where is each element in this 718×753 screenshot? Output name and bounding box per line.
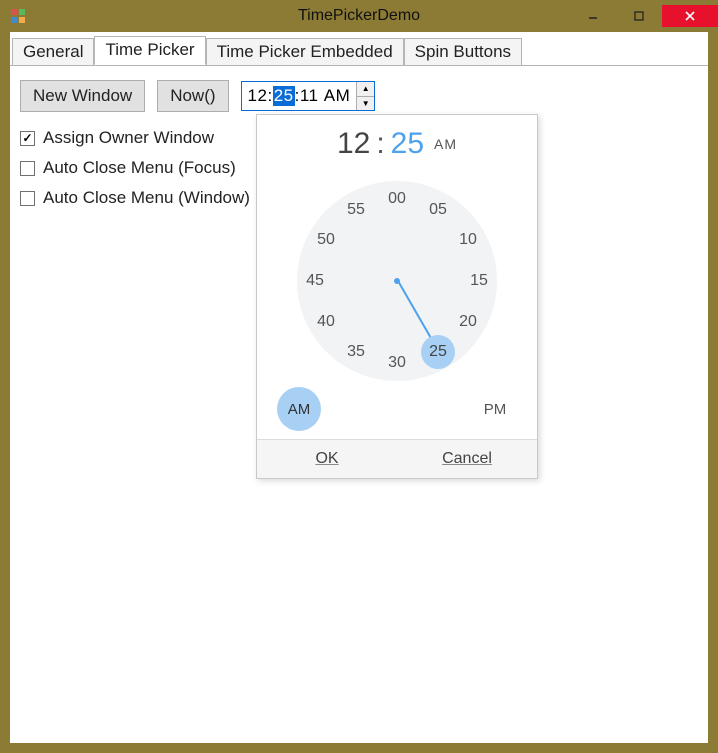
time-hours[interactable]: 12 [248, 86, 268, 106]
app-window: TimePickerDemo General Time Picker Time … [0, 0, 718, 753]
minute-tick-00[interactable]: 00 [382, 190, 412, 208]
new-window-button[interactable]: New Window [20, 80, 145, 112]
checkbox-icon[interactable] [20, 161, 35, 176]
minute-tick-30[interactable]: 30 [382, 354, 412, 372]
clock-face[interactable]: 00 0510 15 20 25 30 3540 45 5055 AM PM [267, 171, 527, 431]
toolbar: New Window Now() 12:25:11 AM ▲ ▼ [20, 80, 698, 112]
time-input-text[interactable]: 12:25:11 AM [242, 82, 357, 110]
tab-spin-buttons[interactable]: Spin Buttons [404, 38, 522, 66]
minute-tick-20[interactable]: 20 [453, 313, 483, 331]
check-label: Assign Owner Window [43, 128, 214, 148]
tab-general[interactable]: General [12, 38, 94, 66]
now-button[interactable]: Now() [157, 80, 228, 112]
tab-strip: General Time Picker Time Picker Embedded… [10, 32, 708, 65]
display-ampm[interactable]: AM [434, 136, 457, 152]
minute-tick-25[interactable]: 25 [421, 335, 455, 369]
time-picker-popup: 12:25AM 000510152025303540455055 AM PM O… [256, 114, 538, 479]
ok-button[interactable]: OK [257, 440, 397, 478]
spin-down-button[interactable]: ▼ [357, 97, 374, 111]
minute-tick-40[interactable]: 40 [311, 313, 341, 331]
client-area: General Time Picker Time Picker Embedded… [10, 32, 708, 743]
display-hours[interactable]: 12 [337, 127, 370, 160]
display-minutes[interactable]: 25 [391, 127, 424, 160]
maximize-button[interactable] [616, 5, 662, 27]
minute-tick-35[interactable]: 35 [341, 343, 371, 361]
am-button[interactable]: AM [277, 387, 321, 431]
close-button[interactable] [662, 5, 718, 27]
minute-tick-05[interactable]: 05 [423, 201, 453, 219]
checkbox-icon[interactable] [20, 191, 35, 206]
time-minutes[interactable]: 25 [273, 86, 295, 106]
dial-bg: 00 0510 15 20 25 30 3540 45 5055 [297, 181, 497, 381]
spin-up-button[interactable]: ▲ [357, 82, 374, 97]
minute-tick-15[interactable]: 15 [464, 272, 494, 290]
minute-tick-50[interactable]: 50 [311, 231, 341, 249]
display-colon: : [370, 127, 390, 160]
window-buttons [570, 5, 718, 27]
checkbox-icon[interactable] [20, 131, 35, 146]
pm-button[interactable]: PM [473, 387, 517, 431]
tab-time-picker-embedded[interactable]: Time Picker Embedded [206, 38, 404, 66]
minute-tick-45[interactable]: 45 [300, 272, 330, 290]
cancel-button[interactable]: Cancel [397, 440, 537, 478]
time-input[interactable]: 12:25:11 AM ▲ ▼ [241, 81, 376, 111]
minute-tick-10[interactable]: 10 [453, 231, 483, 249]
check-label: Auto Close Menu (Window) [43, 188, 250, 208]
time-ampm[interactable]: AM [324, 86, 351, 106]
titlebar: TimePickerDemo [0, 0, 718, 32]
check-label: Auto Close Menu (Focus) [43, 158, 236, 178]
spin-buttons: ▲ ▼ [356, 82, 374, 110]
minute-tick-55[interactable]: 55 [341, 201, 371, 219]
time-seconds[interactable]: 11 [300, 86, 319, 106]
time-display: 12:25 AM [257, 115, 537, 171]
minimize-button[interactable] [570, 5, 616, 27]
tab-time-picker[interactable]: Time Picker [94, 36, 205, 65]
popup-buttons: OK Cancel [257, 439, 537, 478]
app-icon [10, 8, 26, 24]
